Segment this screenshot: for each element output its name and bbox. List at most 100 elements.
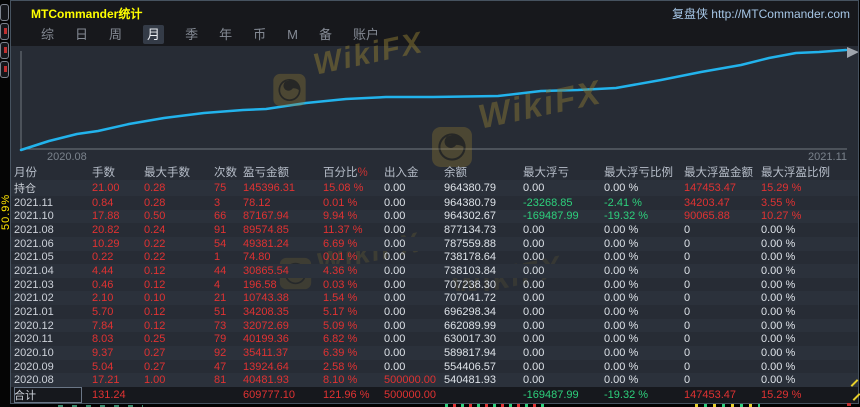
table-row[interactable]: 2021.03 0.46 0.12 4 196.58 0.03 % 0.00 707238.3… <box>11 278 858 292</box>
menu-item-8[interactable]: 备 <box>319 26 332 43</box>
menu-item-7[interactable]: M <box>287 26 298 43</box>
brand-link[interactable]: 复盘侠 http://MTCommander.com <box>672 5 850 22</box>
column-header: 最大浮亏 <box>523 167 569 179</box>
table-cell: 0.00 <box>523 224 545 237</box>
table-row[interactable]: 持仓 21.00 0.28 75 145396.31 15.08 % 0.00 964380.… <box>11 180 858 196</box>
table-cell: 0.00 <box>523 182 545 194</box>
table-cell: 0.00 % <box>604 237 639 250</box>
column-header: 最大浮盈金额 <box>684 167 753 179</box>
table-cell: 0.01 % <box>323 251 358 264</box>
table-cell: 4.44 <box>92 265 114 278</box>
table-cell: 738178.64 <box>444 251 496 264</box>
table-cell: 0.00 % <box>761 265 796 278</box>
table-cell: 11.37 % <box>323 224 363 237</box>
sliver-button-4[interactable] <box>0 61 9 78</box>
table-cell: 121.96 % <box>323 388 370 401</box>
table-cell: 964302.67 <box>444 210 496 223</box>
table-cell: 0.00 <box>384 333 406 346</box>
column-header: 最大手数 <box>144 167 190 179</box>
table-cell: 0.00 % <box>604 360 639 373</box>
month-cell: 2021.03 <box>14 278 54 291</box>
sliver-button-3[interactable] <box>0 42 9 59</box>
table-cell: 17.88 <box>92 210 120 223</box>
table-cell: 0.00 % <box>761 374 796 387</box>
table-cell: 0.84 <box>92 196 114 209</box>
table-cell: 0.00 % <box>604 346 639 359</box>
menu-item-2[interactable]: 周 <box>109 26 122 43</box>
table-cell: 0.00 % <box>761 346 796 359</box>
table-cell: 0.03 % <box>323 278 358 291</box>
table-cell: 0.00 <box>384 346 406 359</box>
table-cell: 0 <box>684 319 691 332</box>
table-cell: 13924.64 <box>243 360 289 373</box>
table-cell: 15.08 % <box>323 182 364 194</box>
table-header-row: 月份 手数 最大手数 次数 盈亏金额 百分比% 出入金 余额 最大浮亏 最大浮亏比例 最大浮盈金额最… <box>11 164 858 180</box>
month-cell: 2021.01 <box>14 305 54 318</box>
chart-canvas: 2020.08 2021.11 <box>19 47 859 163</box>
table-cell: 0.00 <box>384 265 406 278</box>
table-cell: 51 <box>214 305 227 318</box>
menu-item-5[interactable]: 年 <box>219 26 232 43</box>
table-row[interactable]: 2021.02 2.10 0.10 21 10743.38 1.54 % 0.00 70704… <box>11 291 858 306</box>
table-cell: 5.17 % <box>323 305 358 318</box>
line-end-arrow-icon <box>847 47 859 58</box>
table-row[interactable]: 2021.01 5.70 0.12 51 34208.35 5.17 % 0.00 69629… <box>11 305 858 319</box>
table-cell: 0.50 <box>144 210 166 223</box>
table-cell: 0.22 <box>144 251 166 264</box>
table-cell: 0.00 % <box>604 182 639 194</box>
table-cell: 0.00 <box>384 224 406 237</box>
menu-item-9[interactable]: 账户 <box>353 26 379 43</box>
table-cell: 877134.73 <box>444 224 496 237</box>
table-cell: 131.24 <box>92 388 126 401</box>
table-row[interactable]: 2020.11 8.03 0.25 79 40199.36 6.82 % 0.00 63001… <box>11 332 858 346</box>
table-cell: 54 <box>214 237 227 250</box>
table-cell: 21.00 <box>92 182 120 194</box>
table-row[interactable]: 2021.04 4.44 0.12 44 30865.54 4.36 % 0.00 73810… <box>11 264 858 278</box>
table-cell: 0.12 <box>144 305 166 318</box>
table-row[interactable]: 2020.08 17.21 1.00 81 40481.93 8.10 % 500000.0… <box>11 373 858 387</box>
table-cell: 0.00 % <box>761 360 796 373</box>
menu-item-4[interactable]: 季 <box>185 26 198 43</box>
table-cell: 0.27 <box>144 360 166 373</box>
table-cell: 0.00 <box>523 292 545 305</box>
table-cell: 0.28 <box>144 182 166 194</box>
table-cell: 964380.79 <box>444 196 496 209</box>
table-cell: 10.29 <box>92 237 120 250</box>
table-cell: 66 <box>214 210 227 223</box>
table-cell: 0.12 <box>144 265 166 278</box>
table-row[interactable]: 2021.10 17.88 0.50 66 87167.94 9.94 % 0.00 9643… <box>11 209 858 224</box>
menu-item-0[interactable]: 综 <box>41 26 54 43</box>
table-cell: 6.82 % <box>323 333 358 346</box>
table-cell: 0.00 % <box>604 333 639 346</box>
table-cell: 145396.31 <box>243 182 295 194</box>
table-cell: 609777.10 <box>243 388 295 401</box>
window-title: MTCommander统计 <box>31 7 143 21</box>
table-cell: 0.00 % <box>761 224 796 237</box>
table-row[interactable]: 2021.08 20.82 0.24 91 89574.85 11.37 % 0.00 877… <box>11 223 858 237</box>
table-cell: 0.00 <box>384 360 406 373</box>
table-cell: 0.25 <box>144 333 166 346</box>
sliver-button-2[interactable] <box>0 23 9 40</box>
percent-sign: % <box>357 167 368 179</box>
table-cell: 15.29 % <box>761 388 802 401</box>
table-row[interactable]: 2021.06 10.29 0.22 54 49381.24 6.69 % 0.00 7875… <box>11 236 858 251</box>
table-cell: -19.32 % <box>604 388 649 401</box>
sliver-button-1[interactable] <box>0 4 9 21</box>
axis-lines <box>20 51 847 150</box>
menu-item-6[interactable]: 币 <box>253 26 266 43</box>
table-cell: 0.00 % <box>604 374 639 387</box>
table-row[interactable]: 2021.05 0.22 0.22 1 74.80 0.01 % 0.00 738178.64… <box>11 251 858 265</box>
table-row[interactable]: 2021.11 0.84 0.28 3 78.12 0.01 % 0.00 964380.79… <box>11 196 858 210</box>
table-row[interactable]: 2020.12 7.84 0.12 73 32072.69 5.09 % 0.00 66208… <box>11 318 858 333</box>
table-cell: 0.00 <box>523 305 545 318</box>
menu-item-3[interactable]: 月 <box>143 25 165 44</box>
table-row[interactable]: 2020.10 9.37 0.27 92 35411.37 6.39 % 0.00 58981… <box>11 346 858 360</box>
table-cell: 0.27 <box>144 346 166 359</box>
month-cell: 合计 <box>14 386 82 403</box>
table-cell: -19.32 % <box>604 210 649 223</box>
table-total-row[interactable]: 合计 131.24 609777.10 121.96 % 500000.00 -16948… <box>11 386 858 403</box>
menu-item-1[interactable]: 日 <box>75 26 88 43</box>
table-cell: 0.00 <box>523 319 545 332</box>
table-cell: 6.39 % <box>323 346 358 359</box>
table-row[interactable]: 2020.09 5.04 0.27 47 13924.64 2.58 % 0.00 55440… <box>11 360 858 374</box>
